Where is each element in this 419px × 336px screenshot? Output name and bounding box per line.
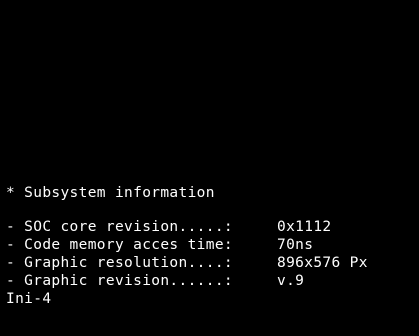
status-line: Ini-4 bbox=[6, 291, 52, 307]
section-heading: * Subsystem information bbox=[6, 185, 215, 201]
info-value: 0x1112 bbox=[277, 219, 332, 235]
info-line-code-memory-access-time: - Code memory acces time: 70ns bbox=[6, 236, 414, 254]
info-line-graphic-revision: - Graphic revision......: v.9 bbox=[6, 272, 414, 290]
info-label: - SOC core revision.....: bbox=[6, 219, 233, 235]
info-value: 70ns bbox=[277, 237, 314, 253]
console-output: * Subsystem information - SOC core revis… bbox=[6, 184, 414, 308]
info-value: 896x576 Px bbox=[277, 255, 368, 271]
info-label: - Graphic revision......: bbox=[6, 273, 233, 289]
info-value: v.9 bbox=[277, 273, 305, 289]
info-label: - Code memory acces time: bbox=[6, 237, 233, 253]
info-line-graphic-resolution: - Graphic resolution....: 896x576 Px bbox=[6, 254, 414, 272]
console-screen: * Subsystem information - SOC core revis… bbox=[0, 0, 419, 336]
info-line-soc-core-revision: - SOC core revision.....: 0x1112 bbox=[6, 218, 414, 236]
info-label: - Graphic resolution....: bbox=[6, 255, 233, 271]
